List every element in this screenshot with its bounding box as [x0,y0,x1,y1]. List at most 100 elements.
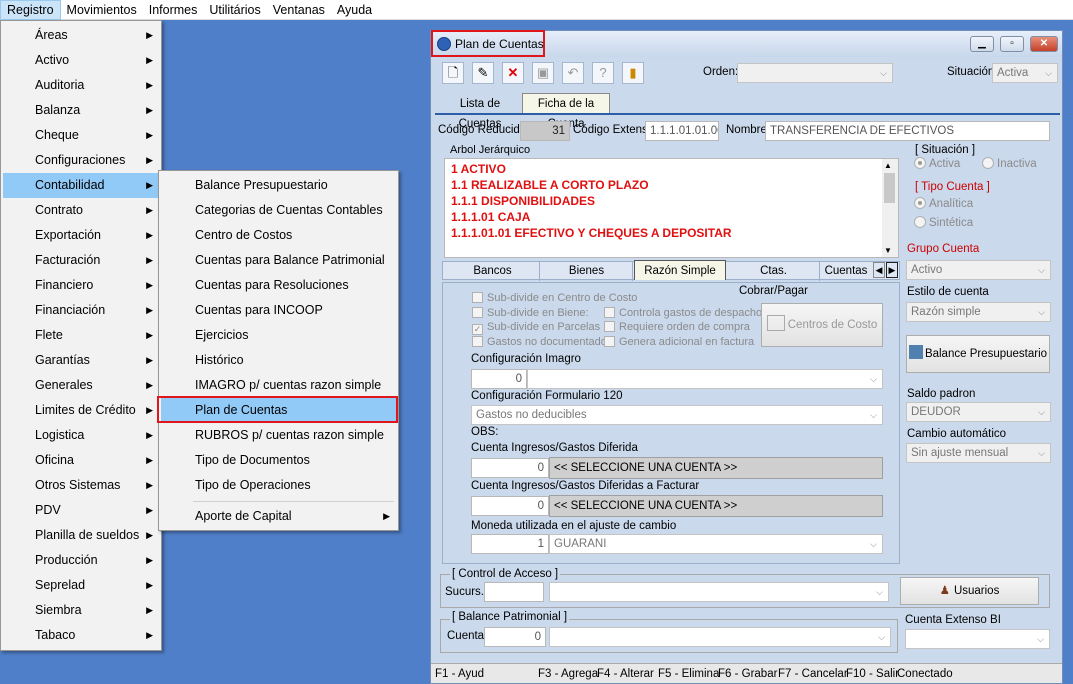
subtab-scroll-left-icon[interactable]: ◀ [873,262,885,278]
submenu-item-aporte-capital[interactable]: Aporte de Capital ▶ [161,504,396,529]
orden-select[interactable]: ⌵ [737,63,893,83]
menu-item-facturacion[interactable]: Facturación ▶ [3,248,159,273]
submenu-item-tipo-operaciones[interactable]: Tipo de Operaciones [161,473,396,498]
new-icon[interactable]: 🗋 [442,62,464,84]
subtab-razon-simple[interactable]: Razón Simple [634,260,726,280]
cuenta-select[interactable]: ⌵ [549,627,891,647]
arbol-item[interactable]: 1.1 REALIZABLE A CORTO PLAZO [451,178,649,192]
status-f4[interactable]: F4 - Alterar [597,664,654,684]
subtab-ctas-cobrar-pagar[interactable]: Ctas. Cobrar/Pagar [728,261,820,297]
status-f3[interactable]: F3 - Agrega [538,664,598,684]
menu-item-areas[interactable]: Áreas ▶ [3,23,159,48]
cuenta-extenso-bi-select[interactable]: ⌵ [905,629,1050,649]
edit-icon[interactable]: ✎ [472,62,494,84]
sucurs-select[interactable]: ⌵ [549,582,889,602]
menu-registro[interactable]: Registro [0,0,61,20]
cta-ig-dif-num[interactable]: 0 [471,458,549,478]
menu-item-garantias[interactable]: Garantías ▶ [3,348,159,373]
help-icon[interactable]: ? [592,62,614,84]
submenu-item-rubros[interactable]: RUBROS p/ cuentas razon simple [161,423,396,448]
submenu-item-balance-presupuestario[interactable]: Balance Presupuestario [161,173,396,198]
check-adicional-factura[interactable]: Genera adicional en factura [604,336,754,348]
check-bienes[interactable]: Sub-divide en Biene: [472,307,589,319]
centros-de-costo-button[interactable]: Centros de Costo [761,303,883,347]
menu-item-cheque[interactable]: Cheque ▶ [3,123,159,148]
submenu-item-ejercicios[interactable]: Ejercicios [161,323,396,348]
status-f1[interactable]: F1 - Ayud [435,664,484,684]
menu-informes[interactable]: Informes [143,0,204,20]
submenu-item-resoluciones[interactable]: Cuentas para Resoluciones [161,273,396,298]
menu-item-configuraciones[interactable]: Configuraciones ▶ [3,148,159,173]
cta-ig-fact-num[interactable]: 0 [471,496,549,516]
saldo-padron-select[interactable]: DEUDOR ⌵ [906,402,1051,422]
submenu-item-categorias[interactable]: Categorias de Cuentas Contables [161,198,396,223]
arbol-item[interactable]: 1 ACTIVO [451,162,506,176]
status-f7[interactable]: F7 - Cancelar [778,664,848,684]
menu-item-financiacion[interactable]: Financiación ▶ [3,298,159,323]
moneda-num[interactable]: 1 [471,534,549,554]
sucurs-field[interactable] [484,582,544,602]
menu-ayuda[interactable]: Ayuda [331,0,378,20]
menu-item-siembra[interactable]: Siembra ▶ [3,598,159,623]
radio-sintetica[interactable]: Sintética [914,216,973,229]
cta-ig-fact-select[interactable]: << SELECCIONE UNA CUENTA >> [549,495,883,517]
delete-icon[interactable]: ✕ [502,62,524,84]
menu-ventanas[interactable]: Ventanas [267,0,331,20]
menu-item-contabilidad[interactable]: Contabilidad ▶ [3,173,159,198]
config-form-select[interactable]: Gastos no deducibles ⌵ [471,405,883,425]
check-parcelas[interactable]: ✓ Sub-divide en Parcelas [472,321,600,335]
tab-ficha-de-la-cuenta[interactable]: Ficha de la Cuenta [522,93,610,130]
close-button[interactable]: ✕ [1030,36,1058,52]
arbol-scrollbar[interactable]: ▲ ▼ [882,159,898,257]
balance-presupuestario-button[interactable]: Balance Presupuestario [906,335,1050,373]
save-icon[interactable]: ▣ [532,62,554,84]
config-imagro-num[interactable]: 0 [471,369,527,389]
menu-item-exportacion[interactable]: Exportación ▶ [3,223,159,248]
menu-item-contrato[interactable]: Contrato ▶ [3,198,159,223]
menu-item-balanza[interactable]: Balanza ▶ [3,98,159,123]
arbol-item[interactable]: 1.1.1.01.01 EFECTIVO Y CHEQUES A DEPOSIT… [451,226,732,240]
subtab-scroll-right-icon[interactable]: ▶ [886,262,898,278]
submenu-item-imagro[interactable]: IMAGRO p/ cuentas razon simple [161,373,396,398]
check-gastos-no-documentados[interactable]: Gastos no documentados [472,336,612,348]
menu-utilitarios[interactable]: Utilitários [203,0,266,20]
menu-item-tabaco[interactable]: Tabaco ▶ [3,623,159,648]
status-f10[interactable]: F10 - Salir [846,664,899,684]
nombre-field[interactable]: TRANSFERENCIA DE EFECTIVOS [765,121,1050,141]
grupo-cuenta-select[interactable]: Activo ⌵ [906,260,1051,280]
check-gastos-despacho[interactable]: Controla gastos de despacho [604,307,762,319]
minimize-button[interactable]: ▁ [970,36,994,52]
codigo-extenso-field[interactable]: 1.1.1.01.01.000 [645,121,719,141]
arbol-item[interactable]: 1.1.1 DISPONIBILIDADES [451,194,595,208]
codigo-reducido-field[interactable]: 31 [520,121,570,141]
usuarios-button[interactable]: ♟ Usuarios [900,577,1039,605]
menu-item-limites-credito[interactable]: Limites de Crédito ▶ [3,398,159,423]
exit-icon[interactable]: ▮ [622,62,644,84]
radio-activa[interactable]: Activa [914,157,960,170]
submenu-item-tipo-documentos[interactable]: Tipo de Documentos [161,448,396,473]
subtab-bienes[interactable]: Bienes [541,261,633,281]
check-orden-compra[interactable]: Requiere orden de compra [604,321,750,333]
status-f6[interactable]: F6 - Grabar [718,664,777,684]
arbol-item[interactable]: 1.1.1.01 CAJA [451,210,530,224]
menu-item-activo[interactable]: Activo ▶ [3,48,159,73]
menu-item-produccion[interactable]: Producción ▶ [3,548,159,573]
menu-item-pdv[interactable]: PDV ▶ [3,498,159,523]
cambio-automatico-select[interactable]: Sin ajuste mensual ⌵ [906,443,1051,463]
situacion-select[interactable]: Activa ⌵ [992,63,1058,83]
config-imagro-select[interactable]: ⌵ [527,369,883,389]
tab-lista-de-cuentas[interactable]: Lista de Cuentas [440,94,520,130]
submenu-item-historico[interactable]: Histórico [161,348,396,373]
menu-item-seprelad[interactable]: Seprelad ▶ [3,573,159,598]
menu-item-logistica[interactable]: Logistica ▶ [3,423,159,448]
menu-movimientos[interactable]: Movimientos [61,0,143,20]
submenu-item-centro-costos[interactable]: Centro de Costos [161,223,396,248]
arbol-jerarquico[interactable]: 1 ACTIVO 1.1 REALIZABLE A CORTO PLAZO 1.… [444,158,899,258]
check-centro-costo[interactable]: Sub-divide en Centro de Costo [472,292,637,304]
menu-item-planilla-sueldos[interactable]: Planilla de sueldos ▶ [3,523,159,548]
maximize-button[interactable]: ▫ [1000,36,1024,52]
status-f5[interactable]: F5 - Elimina [658,664,719,684]
menu-item-auditoria[interactable]: Auditoria ▶ [3,73,159,98]
undo-icon[interactable]: ↶ [562,62,584,84]
radio-analitica[interactable]: Analítica [914,197,973,210]
